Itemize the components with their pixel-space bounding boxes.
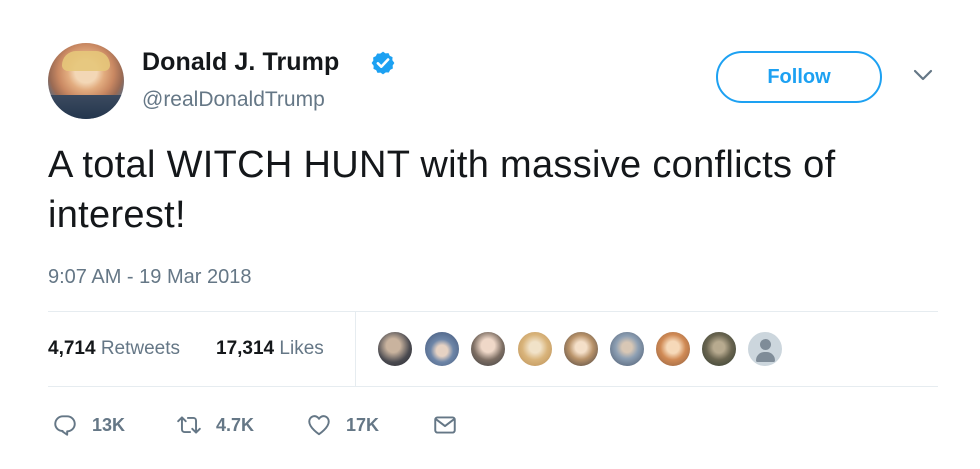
reply-button[interactable]: 13K bbox=[52, 412, 125, 438]
user-display-name[interactable]: Donald J. Trump bbox=[142, 48, 339, 77]
liker-avatar[interactable] bbox=[608, 330, 646, 368]
like-button[interactable]: 17K bbox=[306, 412, 379, 438]
retweet-icon bbox=[177, 416, 201, 434]
reply-count: 13K bbox=[92, 414, 126, 435]
retweets-count: 4,714 bbox=[48, 338, 96, 359]
heart-icon bbox=[308, 415, 330, 436]
liker-avatar-default[interactable] bbox=[746, 330, 784, 368]
tweet-text: A total WITCH HUNT with massive conflict… bbox=[48, 144, 836, 236]
reply-icon bbox=[54, 415, 76, 436]
liker-avatar[interactable] bbox=[654, 330, 692, 368]
like-count: 17K bbox=[346, 414, 380, 435]
likes-stat[interactable]: 17,314 Likes bbox=[216, 338, 324, 360]
retweet-count: 4.7K bbox=[216, 414, 255, 435]
retweet-button[interactable]: 4.7K bbox=[176, 412, 254, 438]
likes-count: 17,314 bbox=[216, 338, 275, 359]
tweet-card: Donald J. Trump @realDonaldTrump Follow … bbox=[0, 0, 980, 469]
envelope-icon bbox=[434, 416, 456, 434]
retweets-label: Retweets bbox=[100, 338, 181, 359]
avatar[interactable] bbox=[48, 43, 124, 119]
user-handle[interactable]: @realDonaldTrump bbox=[142, 88, 325, 112]
verified-badge-icon bbox=[371, 51, 395, 75]
tweet-timestamp[interactable]: 9:07 AM - 19 Mar 2018 bbox=[48, 266, 251, 289]
divider bbox=[48, 386, 938, 387]
liker-avatar[interactable] bbox=[516, 330, 554, 368]
follow-button[interactable]: Follow bbox=[716, 51, 882, 103]
retweets-stat[interactable]: 4,714 Retweets bbox=[48, 338, 180, 360]
likes-label: Likes bbox=[279, 338, 324, 359]
direct-message-button[interactable] bbox=[432, 412, 458, 438]
liker-avatar[interactable] bbox=[469, 330, 507, 368]
liker-avatar[interactable] bbox=[423, 330, 461, 368]
divider bbox=[48, 311, 938, 312]
stats-divider bbox=[355, 312, 356, 386]
liker-avatar[interactable] bbox=[700, 330, 738, 368]
liker-avatar[interactable] bbox=[376, 330, 414, 368]
chevron-down-icon[interactable] bbox=[913, 68, 933, 82]
liker-avatar[interactable] bbox=[562, 330, 600, 368]
